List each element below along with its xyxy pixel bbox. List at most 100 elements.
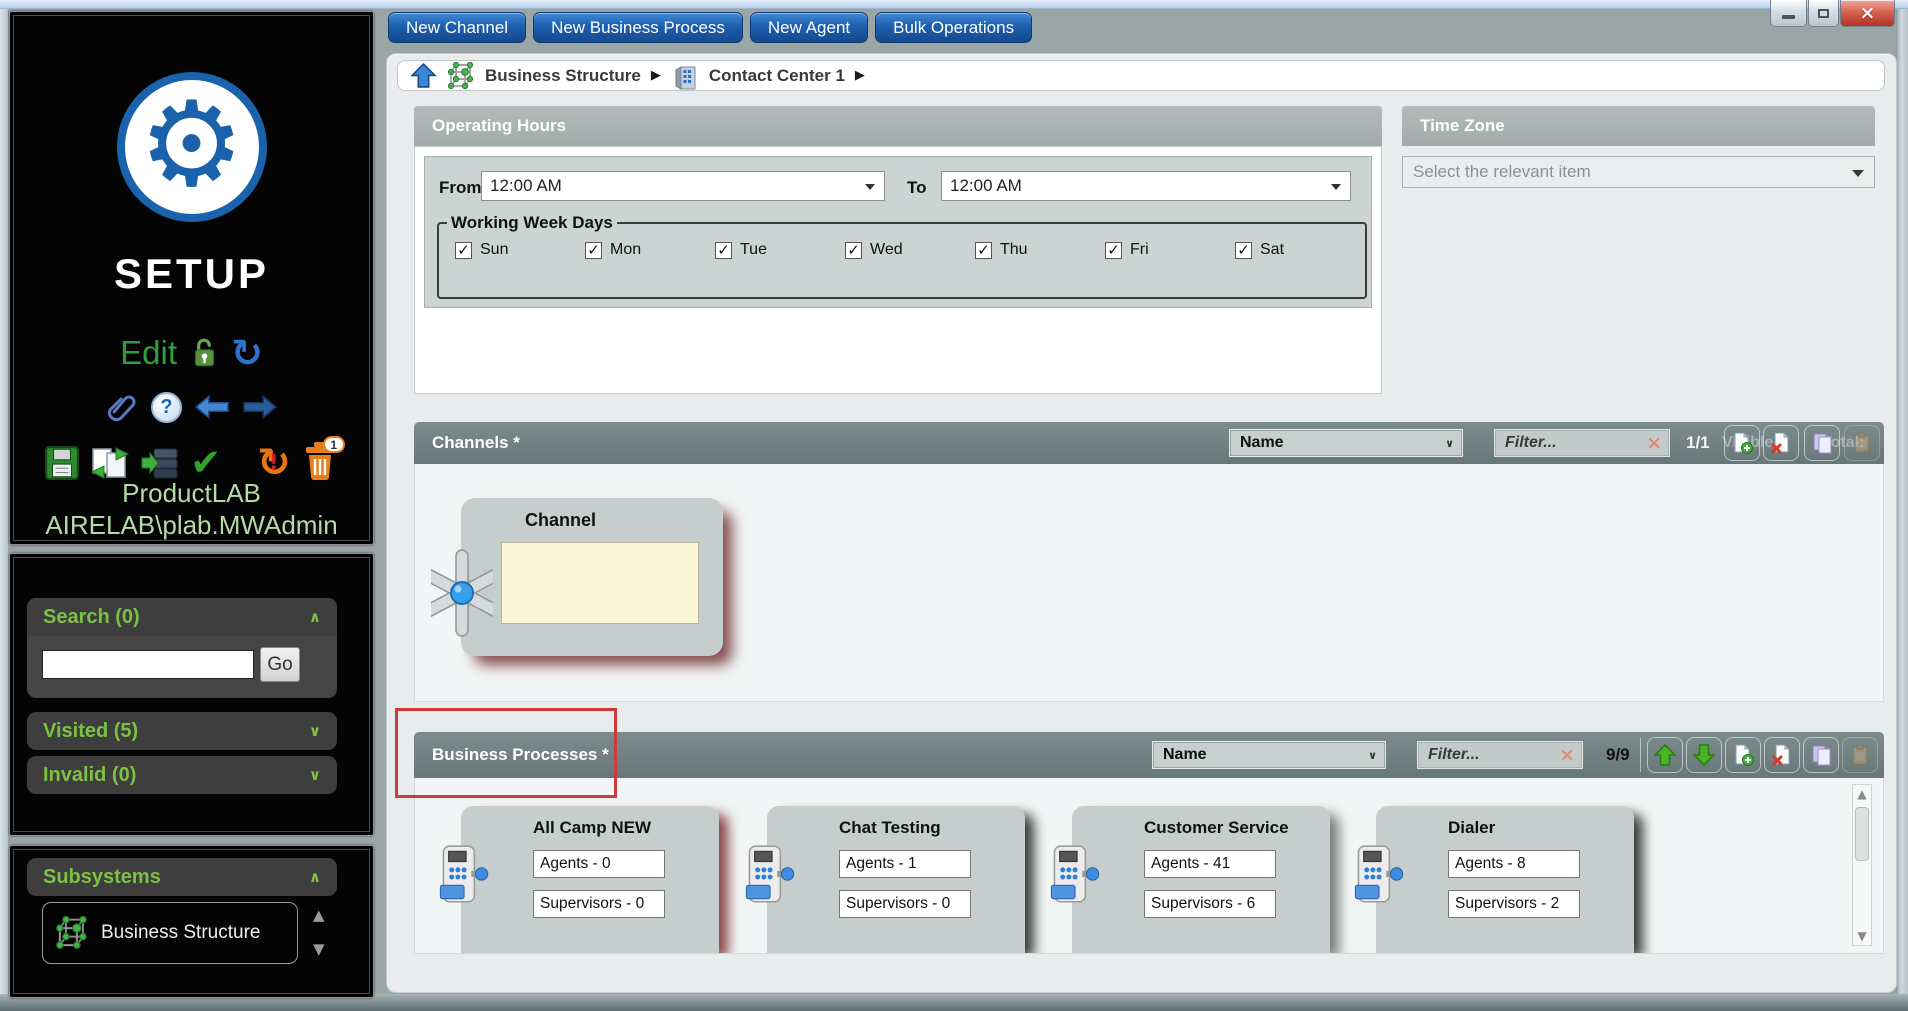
bp-count: 9/9 [1606,745,1630,765]
weekday-sat: ✓ Sat [1235,241,1365,259]
save-icon[interactable] [44,445,80,481]
deploy-server-icon[interactable] [140,445,180,481]
bp-supervisors-field: Supervisors - 0 [533,890,665,918]
close-button[interactable]: × [1840,0,1895,27]
arrow-up-icon [1653,743,1677,767]
checkbox-checked-icon[interactable]: ✓ [975,242,992,259]
bp-agents-field: Agents - 8 [1448,850,1580,878]
checkbox-checked-icon[interactable]: ✓ [455,242,472,259]
checkbox-checked-icon[interactable]: ✓ [585,242,602,259]
scroll-up-icon[interactable]: ▲ [1853,787,1871,801]
new-agent-button[interactable]: New Agent [750,12,868,43]
scrollbar-thumb[interactable] [1855,807,1869,861]
breadcrumb: Business Structure ▶ Contact Center 1 ▶ [397,60,1885,91]
channels-filter-input[interactable]: Filter... × [1494,429,1670,457]
search-section-header[interactable]: Search (0) ∧ [27,598,337,636]
forward-arrow-icon[interactable] [242,394,278,420]
business-processes-list: All Camp NEW Agents - 0 Supervisors - 0 … [414,778,1884,954]
channel-card[interactable]: Channel [461,498,723,656]
bp-move-down-button[interactable] [1686,737,1722,773]
business-process-icon [1046,840,1100,910]
clear-filter-icon[interactable]: × [1646,432,1662,454]
checkbox-checked-icon[interactable]: ✓ [1105,242,1122,259]
maximize-button[interactable] [1808,0,1839,27]
delete-document-icon [1769,431,1793,455]
copy-icon [1810,431,1834,455]
window-left-border [0,0,8,1011]
breadcrumb-arrow-icon[interactable]: ▶ [855,68,865,83]
bp-filter-input[interactable]: Filter... × [1417,741,1583,769]
subsystems-section-header[interactable]: Subsystems ∧ [27,858,337,896]
channels-delete-button[interactable] [1763,425,1799,461]
subsystems-scroll-down[interactable]: ▼ [313,940,325,958]
bp-agents-field: Agents - 41 [1144,850,1276,878]
business-processes-title: Business Processes * [432,745,609,765]
channels-copy-button[interactable] [1804,425,1840,461]
copy-refresh-icon[interactable] [90,445,130,481]
bp-card-dialer[interactable]: Dialer Agents - 8 Supervisors - 2 [1376,806,1634,954]
subsystems-scroll-up[interactable]: ▲ [313,906,325,924]
bp-move-up-button[interactable] [1647,737,1683,773]
channels-sort-dropdown[interactable]: Name ∨ [1229,429,1463,457]
refresh-icon[interactable]: ↻ [231,334,263,372]
subsystem-item-label: Business Structure [101,922,260,944]
checkbox-checked-icon[interactable]: ✓ [845,242,862,259]
search-input[interactable] [42,650,254,679]
business-structure-icon [55,916,89,950]
channels-add-button[interactable] [1724,425,1760,461]
channels-paste-button[interactable] [1844,425,1880,461]
invalid-section-header[interactable]: Invalid (0) ∨ [27,756,337,794]
unlock-icon[interactable] [191,337,217,369]
working-week-days-legend: Working Week Days [447,213,617,233]
minimize-icon [1782,15,1795,19]
operating-hours-panel: Operating Hours From 12:00 AM To 12:00 A… [414,106,1382,394]
contact-center-icon [671,62,699,90]
help-icon[interactable]: ? [151,392,182,423]
visited-section-header[interactable]: Visited (5) ∨ [27,712,337,750]
paste-icon [1850,431,1874,455]
bp-card-customer-service[interactable]: Customer Service Agents - 41 Supervisors… [1072,806,1330,954]
checkbox-checked-icon[interactable]: ✓ [715,242,732,259]
bp-card-all-camp-new[interactable]: All Camp NEW Agents - 0 Supervisors - 0 [461,806,719,954]
new-business-process-button[interactable]: New Business Process [533,12,743,43]
to-time-dropdown[interactable]: 12:00 AM [941,171,1351,201]
validate-icon[interactable]: ✔ [190,444,221,481]
to-time-value: 12:00 AM [950,176,1022,196]
scroll-down-icon[interactable]: ▼ [1853,929,1871,943]
bp-scrollbar[interactable]: ▲ ▼ [1852,784,1872,946]
clear-filter-icon[interactable]: × [1559,744,1575,766]
bp-paste-button[interactable] [1842,737,1878,773]
bp-delete-button[interactable] [1764,737,1800,773]
channel-card-title: Channel [525,510,596,531]
business-processes-panel: Business Processes * Name ∨ Filter... × … [414,732,1884,954]
bp-card-title: Chat Testing [839,818,941,838]
edit-button[interactable]: Edit [120,334,177,372]
sidebar-branding-panel: ⚙ SETUP Edit ↻ ? [9,11,374,545]
navigate-up-icon[interactable] [410,62,437,89]
from-time-dropdown[interactable]: 12:00 AM [481,171,885,201]
breadcrumb-contact-center-1[interactable]: Contact Center 1 [709,66,845,86]
search-go-button[interactable]: Go [260,647,300,682]
subsystem-item-business-structure[interactable]: Business Structure [42,902,298,964]
add-document-icon [1731,743,1755,767]
bulk-operations-button[interactable]: Bulk Operations [875,12,1032,43]
breadcrumb-business-structure[interactable]: Business Structure [485,66,641,86]
bp-card-title: Dialer [1448,818,1495,838]
attachment-icon[interactable] [105,390,139,424]
time-zone-dropdown[interactable]: Select the relevant item [1402,156,1875,188]
bp-agents-field: Agents - 0 [533,850,665,878]
bp-copy-button[interactable] [1803,737,1839,773]
business-process-icon [741,840,795,910]
gear-icon: ⚙ [139,85,245,203]
new-channel-button[interactable]: New Channel [388,12,526,43]
revert-icon[interactable]: ↻! [257,443,291,483]
bp-add-button[interactable] [1725,737,1761,773]
bp-card-chat-testing[interactable]: Chat Testing Agents - 1 Supervisors - 0 [767,806,1025,954]
minimize-button[interactable] [1770,0,1807,27]
channels-header: Channels * Name ∨ Filter... × 1/1 Visibl… [414,422,1884,464]
bp-sort-dropdown[interactable]: Name ∨ [1152,741,1386,769]
back-arrow-icon[interactable] [194,394,230,420]
breadcrumb-arrow-icon[interactable]: ▶ [651,68,661,83]
operating-hours-body: From 12:00 AM To 12:00 AM Working Week D… [414,146,1382,394]
checkbox-checked-icon[interactable]: ✓ [1235,242,1252,259]
